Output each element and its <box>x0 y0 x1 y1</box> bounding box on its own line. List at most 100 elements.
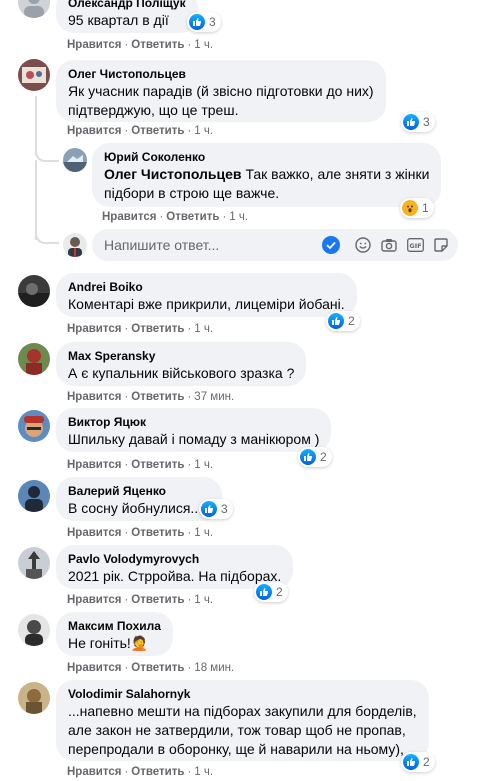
comment-text: підтверджую, що це треш. <box>68 102 239 118</box>
comment-text: перепродали в оборонку, ще й наварили на… <box>68 741 404 757</box>
comment-time[interactable]: 1 ч. <box>194 459 213 471</box>
reaction-count[interactable]: 2 <box>326 311 360 331</box>
gif-icon[interactable]: GIF <box>406 236 424 254</box>
avatar[interactable] <box>18 547 50 579</box>
comment-actions: Нравится · Ответить · 1 ч. <box>67 766 214 778</box>
comment-time[interactable]: 1 ч. <box>194 125 213 137</box>
reply-button[interactable]: Ответить <box>131 323 184 335</box>
avatar[interactable] <box>18 614 50 646</box>
comment-bubble: Максим Похила Не гоніть!🤦 <box>56 612 173 656</box>
comment-author[interactable]: Олександр Поліщук <box>68 0 186 11</box>
camera-icon[interactable] <box>380 236 398 254</box>
reaction-count[interactable]: 2 <box>401 752 435 772</box>
like-icon <box>256 584 272 600</box>
comment-actions: Нравится · Ответить · 1 ч. <box>67 594 214 606</box>
reply-button[interactable]: Ответить <box>131 527 184 539</box>
like-button[interactable]: Нравится <box>67 594 121 606</box>
like-button[interactable]: Нравится <box>67 662 121 674</box>
comment-author[interactable]: Виктор Яцюк <box>68 415 319 430</box>
thread-line <box>35 160 37 240</box>
comment-bubble: Виктор Яцюк Шпильку давай і помаду з ман… <box>56 408 332 452</box>
comment-actions: Нравится · Ответить · 1 ч. <box>67 323 214 335</box>
comment-bubble: Pavlo Volodymyrovych 2021 рік. Стрройва.… <box>56 545 294 589</box>
comment-author[interactable]: Валерий Яценко <box>68 484 210 499</box>
current-user-avatar[interactable] <box>63 233 87 257</box>
like-button[interactable]: Нравится <box>67 766 121 778</box>
sticker-icon[interactable] <box>432 236 450 254</box>
like-button[interactable]: Нравится <box>67 459 121 471</box>
reply-button[interactable]: Ответить <box>131 662 184 674</box>
avatar[interactable] <box>18 682 50 714</box>
like-button[interactable]: Нравится <box>67 391 121 403</box>
like-icon <box>403 754 419 770</box>
comment-time[interactable]: 1 ч. <box>194 766 213 778</box>
comment-actions: Нравится · Ответить · 1 ч. <box>67 39 214 51</box>
like-icon <box>300 449 316 465</box>
like-button[interactable]: Нравится <box>67 39 121 51</box>
comment-text: Не гоніть! <box>68 635 131 651</box>
comment-author[interactable]: Максим Похила <box>68 619 161 634</box>
reply-button[interactable]: Ответить <box>131 39 184 51</box>
reply-button[interactable]: Ответить <box>131 594 184 606</box>
like-button[interactable]: Нравится <box>67 125 121 137</box>
comment-time[interactable]: 37 мин. <box>194 391 234 403</box>
comment-actions: Нравится · Ответить · 1 ч. <box>67 125 214 137</box>
reply-button[interactable]: Ответить <box>166 211 219 223</box>
send-check-icon[interactable] <box>322 236 340 254</box>
comment-author[interactable]: Олег Чистопольцев <box>68 67 374 82</box>
reaction-count[interactable]: 3 <box>401 112 435 132</box>
wow-icon <box>402 200 418 216</box>
comment-text: 95 квартал в дії <box>68 12 169 28</box>
comment-text: Коментарі вже прикрили, лицеміри йобані. <box>68 296 345 312</box>
reply-button[interactable]: Ответить <box>131 459 184 471</box>
comment-text: Шпильку давай і помаду з манікюром ) <box>68 431 320 447</box>
comment-text: ...напевно мешти на підборах закупили дл… <box>68 703 417 719</box>
avatar[interactable] <box>18 275 50 307</box>
avatar[interactable] <box>18 480 50 512</box>
comment-actions: Нравится · Ответить · 1 ч. <box>67 527 214 539</box>
reply-button[interactable]: Ответить <box>131 391 184 403</box>
comment-time[interactable]: 1 ч. <box>229 211 248 223</box>
svg-text:GIF: GIF <box>409 242 421 250</box>
avatar[interactable] <box>18 0 50 18</box>
reaction-count[interactable]: 1 <box>400 198 434 218</box>
comment-time[interactable]: 1 ч. <box>194 323 213 335</box>
comment-bubble: Олександр Поліщук 95 квартал в дії <box>56 0 198 33</box>
comment-author[interactable]: Pavlo Volodymyrovych <box>68 552 281 567</box>
comment-text: підбори в строю ще важче. <box>104 185 280 201</box>
comment-time[interactable]: 1 ч. <box>194 39 213 51</box>
reaction-count[interactable]: 2 <box>298 447 332 467</box>
like-button[interactable]: Нравится <box>67 323 121 335</box>
comment-time[interactable]: 1 ч. <box>194 594 213 606</box>
reply-button[interactable]: Ответить <box>131 766 184 778</box>
comment-author[interactable]: Юрий Соколенко <box>104 150 429 165</box>
reaction-count[interactable]: 3 <box>199 499 233 519</box>
reaction-count[interactable]: 3 <box>187 12 221 32</box>
comment-time[interactable]: 1 ч. <box>194 527 213 539</box>
comment-bubble: Юрий Соколенко Олег Чистопольцев Так важ… <box>92 143 442 207</box>
comment-author[interactable]: Volodimir Salahornyk <box>68 687 417 702</box>
like-button[interactable]: Нравится <box>67 527 121 539</box>
comment-time[interactable]: 18 мин. <box>194 662 234 674</box>
comment-actions: Нравится · Ответить · 1 ч. <box>102 211 249 223</box>
mention-link[interactable]: Олег Чистопольцев <box>104 166 242 182</box>
emoji-icon[interactable] <box>354 236 372 254</box>
like-icon <box>189 14 205 30</box>
avatar[interactable] <box>18 410 50 442</box>
like-icon <box>201 501 217 517</box>
comment-actions: Нравится · Ответить · 37 мин. <box>67 391 235 403</box>
thread-hook <box>35 230 59 244</box>
comment-text: В сосну йобнулися..... <box>68 500 210 516</box>
reply-input[interactable] <box>104 229 314 261</box>
avatar[interactable] <box>18 59 50 91</box>
avatar[interactable] <box>18 343 50 375</box>
comment-text: Так важко, але зняти з жінки <box>245 166 430 182</box>
reply-button[interactable]: Ответить <box>131 125 184 137</box>
avatar[interactable] <box>63 148 87 172</box>
like-button[interactable]: Нравится <box>102 211 156 223</box>
reaction-count[interactable]: 2 <box>254 582 288 602</box>
comment-text: Як учасник парадів (й звісно підготовки … <box>68 83 374 99</box>
comment-author[interactable]: Andrei Boiko <box>68 280 345 295</box>
like-icon <box>328 313 344 329</box>
comment-author[interactable]: Max Speransky <box>68 349 294 364</box>
